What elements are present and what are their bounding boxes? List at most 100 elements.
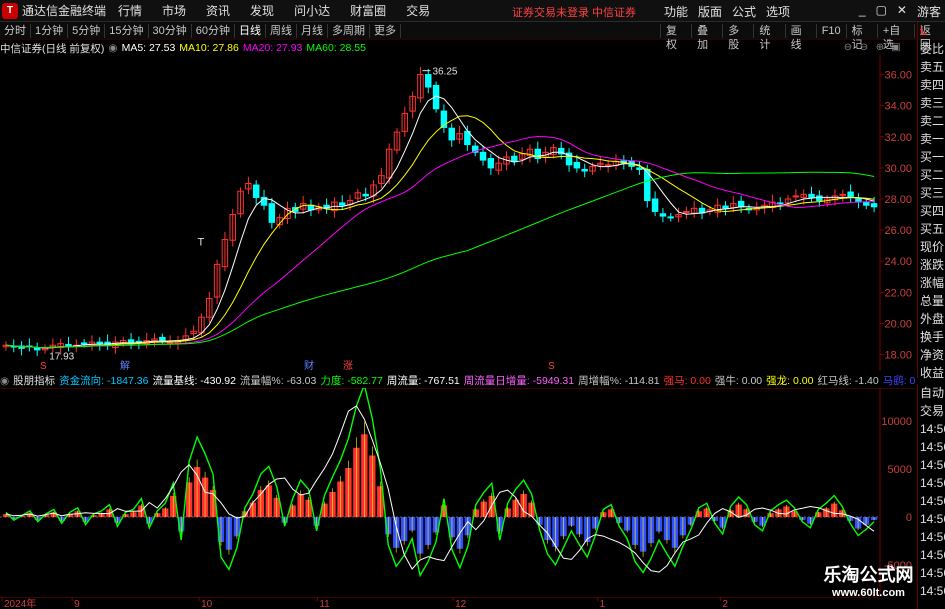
period-tab-0[interactable]: 分时 [0,23,31,38]
menu-quotes[interactable]: 行情 [118,2,142,19]
kline-chart[interactable]: 36.00 34.00 32.00 30.00 28.00 26.00 24.00 22.00… [0,55,915,371]
indicator-chart[interactable]: 1000050000-5000 [0,388,915,598]
period-tabs: 分时 1分钟 5分钟 15分钟 30分钟 60分钟 日线 周线 月线 多周期 更多 [0,23,401,38]
guest-user[interactable]: 游客 [917,3,941,20]
menu-bar: T 通达信金融终端 行情 市场 资讯 发现 问小达 财富圈 交易 证券交易未登录… [0,0,945,22]
watermark-title: 乐淘公式网 [823,565,914,585]
tick-item-6[interactable]: 14:56 [918,492,945,510]
menu-options[interactable]: 选项 [766,3,790,20]
overlay-button[interactable]: 叠加 [691,24,722,51]
period-tab-10[interactable]: 更多 [370,23,401,38]
tick-item-3[interactable]: 14:56 [918,438,945,456]
y-tick-label: 34.00 [884,101,912,113]
menu-market[interactable]: 市场 [162,2,186,19]
tick-item-2[interactable]: 14:56 [918,420,945,438]
candle-body [808,193,815,198]
f10-button[interactable]: F10 [815,24,846,38]
sidebar-item-17[interactable]: 换手 [918,328,945,346]
sidebar-item-14[interactable]: 涨幅 [918,274,945,292]
period-tab-4[interactable]: 30分钟 [149,23,192,38]
statistics-button[interactable]: 统计 [753,24,784,51]
sidebar-item-13[interactable]: 涨跌 [918,256,945,274]
tick-item-9[interactable]: 14:56 [918,546,945,564]
zoom-in-icon[interactable]: ⊕ [874,42,886,54]
tick-item-4[interactable]: 14:56 [918,456,945,474]
sidebar-item-18[interactable]: 净资 [918,346,945,364]
chart-bg [0,55,915,371]
indicator-field-0: 资金流向: -1847.36 [59,375,149,387]
indicator-field-8: 强牛: 0.00 [714,375,763,387]
sidebar-item-8[interactable]: 买二 [918,166,945,184]
period-tab-9[interactable]: 多周期 [328,23,370,38]
x-tick-label: 1 [600,599,606,609]
tick-item-0[interactable]: 自动 [918,384,945,402]
sidebar-item-9[interactable]: 买三 [918,184,945,202]
candle-body [479,151,487,161]
chart-control-icons: ⊖ ⊖ ⊕ ▣ [838,42,902,54]
period-tab-8[interactable]: 月线 [297,23,328,38]
sidebar-item-4[interactable]: 卖三 [918,94,945,112]
period-tab-2[interactable]: 5分钟 [68,23,106,38]
menu-formula[interactable]: 公式 [732,3,756,20]
period-tab-1[interactable]: 1分钟 [31,23,69,38]
period-toolbar: 分时 1分钟 5分钟 15分钟 30分钟 60分钟 日线 周线 月线 多周期 更多 复权 叠加 多股… [0,22,945,51]
minus-icon[interactable]: ⊖ [842,42,854,54]
mark-button[interactable]: 标记 [845,24,877,51]
menu-wealth[interactable]: 财富圈 [350,2,386,19]
tick-item-5[interactable]: 14:56 [918,474,945,492]
indicator-field-4: 周流量: -767.51 [386,375,460,387]
sidebar-item-7[interactable]: 买一 [918,148,945,166]
sidebar-item-10[interactable]: 买四 [918,202,945,220]
menu-assistant[interactable]: 问小达 [294,2,330,19]
x-tick-label: 2024年 [4,597,36,609]
tick-item-7[interactable]: 14:56 [918,510,945,528]
menu-function[interactable]: 功能 [664,3,688,20]
indicator-name[interactable]: 股朋指标 [13,373,55,388]
tick-item-1[interactable]: 交易 [918,402,945,420]
zoom-out-icon[interactable]: ⊖ [858,42,870,54]
subchart-bg [0,388,915,598]
close-icon[interactable]: ✕ [897,3,907,20]
candle-body [792,195,800,198]
period-tab-7[interactable]: 周线 [266,23,297,38]
add-watchlist-button[interactable]: +自选 [876,24,914,51]
layout-icon[interactable]: ▣ [890,42,902,54]
ma20-label: MA20: 27.93 [242,42,303,54]
sidebar-item-1[interactable]: 委比 [918,40,945,58]
sidebar-item-0[interactable]: L [918,22,945,40]
period-tab-5[interactable]: 60分钟 [192,23,235,38]
sidebar-item-19[interactable]: 收益 [918,364,945,382]
indicator-toggle-icon[interactable]: ◉ [0,375,9,387]
sidebar-item-6[interactable]: 卖一 [918,130,945,148]
candle-body [667,216,674,219]
draw-line-button[interactable]: 画线 [784,24,816,51]
menu-layout[interactable]: 版面 [698,3,722,20]
maximize-icon[interactable]: ▢ [876,3,887,20]
candle-body [252,184,260,198]
period-tab-3[interactable]: 15分钟 [105,23,149,38]
indicator-field-2: 流量幅%: -63.03 [239,375,317,387]
sidebar-item-3[interactable]: 卖四 [918,76,945,94]
menu-discover[interactable]: 发现 [250,2,274,19]
sidebar-item-11[interactable]: 买五 [918,220,945,238]
sidebar-item-12[interactable]: 现价 [918,238,945,256]
y-tick-label: 32.00 [884,132,912,144]
menu-trade[interactable]: 交易 [406,2,430,19]
candle-body [338,202,346,206]
sidebar-item-2[interactable]: 卖五 [918,58,945,76]
watermark-logo: 乐淘公式网 www.60lt.com [792,563,945,609]
trade-login-status[interactable]: 证券交易未登录 中信证券 [512,4,636,20]
sidebar-item-15[interactable]: 总量 [918,292,945,310]
tick-item-8[interactable]: 14:56 [918,528,945,546]
dropdown-icon[interactable]: ◉ [108,42,117,54]
sidebar-item-16[interactable]: 外盘 [918,310,945,328]
candle-body [159,336,166,342]
period-tab-6[interactable]: 日线 [235,23,266,38]
candle-body [737,200,745,208]
adjust-button[interactable]: 复权 [660,24,691,51]
menu-news[interactable]: 资讯 [206,2,230,19]
multi-stock-button[interactable]: 多股 [722,24,753,51]
candle-body [268,203,276,223]
sidebar-item-5[interactable]: 卖二 [918,112,945,130]
minimize-icon[interactable]: _ [859,3,866,20]
